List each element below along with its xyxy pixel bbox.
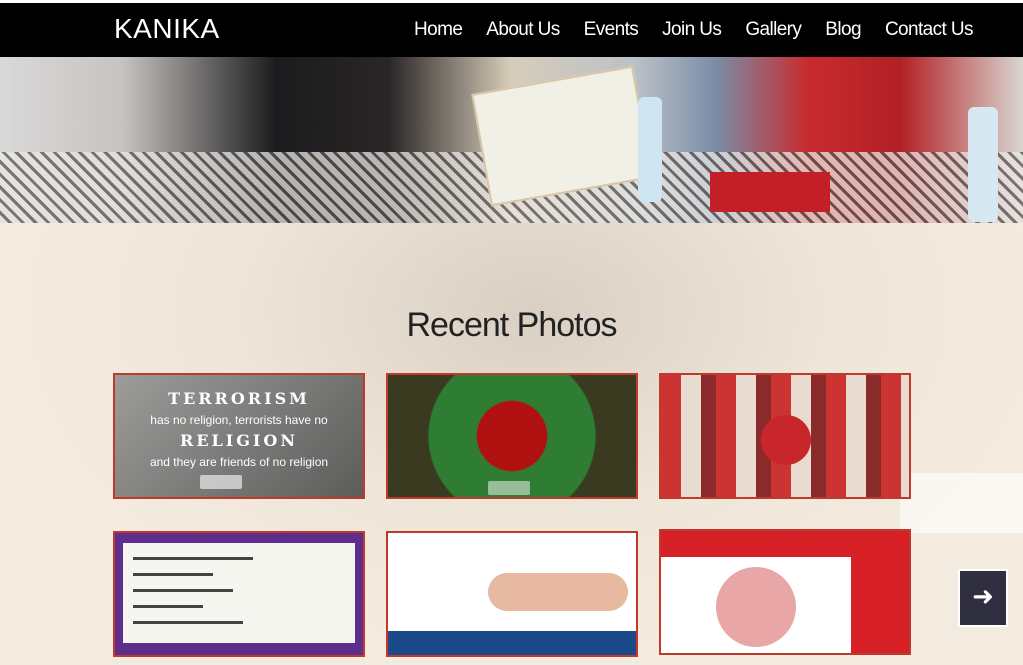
poster-footer [388,631,636,655]
kanika-logo [200,475,242,489]
top-navbar: KANIKA Home About Us Events Join Us Gall… [0,0,1023,57]
site-logo[interactable]: KANIKA [114,13,220,45]
hero-red-box [710,172,830,212]
photo-thumbnail[interactable] [386,531,638,657]
photo-collage [716,567,796,647]
arrow-right-icon: ➜ [972,581,994,611]
photo-thumbnail[interactable] [386,373,638,499]
main-menu: Home About Us Events Join Us Gallery Blo… [414,19,974,41]
hero-bottle [968,107,998,222]
photo-thumbnail[interactable] [113,531,365,657]
hero-image [0,57,1023,223]
nav-home[interactable]: Home [414,19,463,41]
nav-about-us[interactable]: About Us [486,19,560,41]
kanika-logo [488,481,530,495]
nav-events[interactable]: Events [584,19,639,41]
nav-gallery[interactable]: Gallery [745,19,802,41]
section-title: Recent Photos [406,306,617,344]
photo-poster [123,543,355,643]
hero-bottle [638,97,662,202]
photo-text: TERRORISM [168,389,310,408]
photo-text: has no religion, terrorists have no [150,413,328,427]
next-button[interactable]: ➜ [958,569,1008,627]
photo-text: and they are friends of no religion [149,455,329,469]
nav-blog[interactable]: Blog [825,19,861,41]
photo-text: RELIGION [180,431,298,450]
poster-header [661,531,851,557]
photo-thumbnail[interactable] [659,373,911,499]
blood-drop-icon [761,415,811,465]
photo-thumbnail[interactable]: TERRORISM has no religion, terrorists ha… [113,373,365,499]
nav-join-us[interactable]: Join Us [662,19,722,41]
background-highlight [900,473,1023,533]
photo-arm [488,573,628,611]
nav-contact-us[interactable]: Contact Us [885,19,974,41]
poster-right-panel [851,531,909,653]
photo-thumbnail[interactable] [659,529,911,655]
